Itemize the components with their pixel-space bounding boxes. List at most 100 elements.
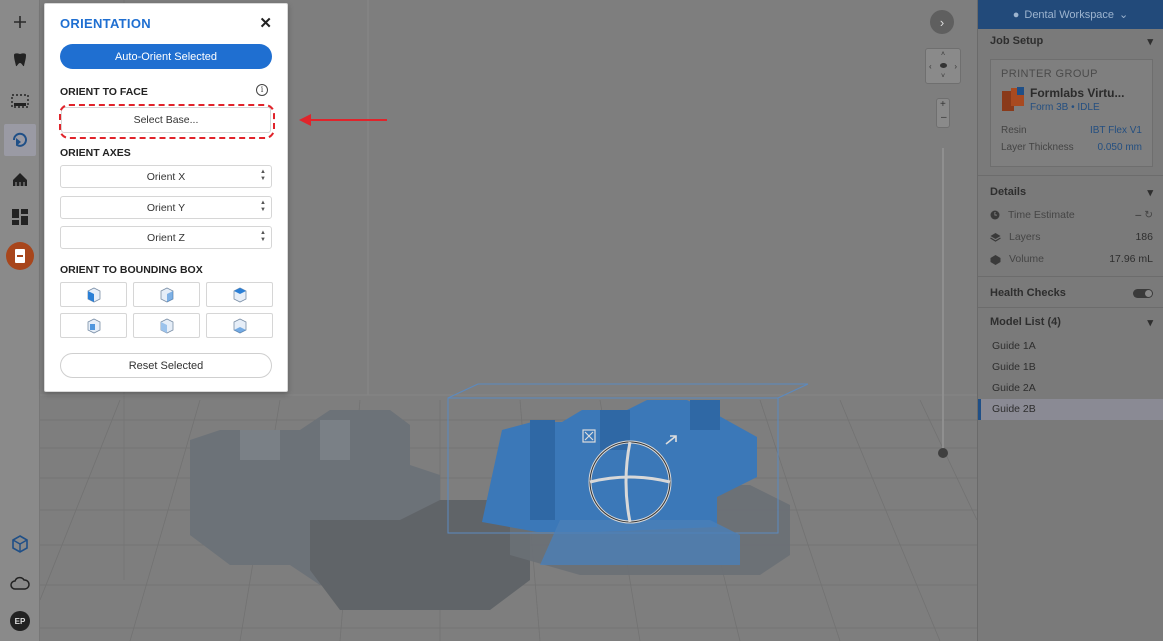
- layers-value: 186: [1135, 231, 1153, 243]
- chevron-down-icon: ▾: [1147, 35, 1153, 48]
- volume-icon: [990, 254, 1001, 265]
- list-item[interactable]: Guide 1B: [978, 357, 1163, 378]
- zoom-out-icon[interactable]: –: [941, 112, 947, 123]
- printer-name: Formlabs Virtu...: [1030, 86, 1125, 100]
- cube-back-icon: [87, 318, 100, 333]
- bbox-back-button[interactable]: [60, 313, 127, 338]
- view-eye-icon[interactable]: [940, 63, 947, 68]
- cube-bottom-icon: [233, 318, 246, 333]
- job-setup-title: Job Setup: [990, 35, 1044, 47]
- workspace-label: Dental Workspace: [1024, 8, 1115, 21]
- tooth-icon: ●: [1012, 8, 1020, 21]
- close-icon[interactable]: ✕: [259, 14, 272, 32]
- select-box-icon[interactable]: [4, 85, 36, 117]
- print-icon[interactable]: [4, 240, 36, 272]
- cloud-icon[interactable]: [4, 568, 36, 600]
- pan-right-icon[interactable]: ›: [954, 62, 957, 71]
- workspace-selector[interactable]: ● Dental Workspace ⌄: [978, 0, 1163, 29]
- list-item[interactable]: Guide 2A: [978, 378, 1163, 399]
- annotation-highlight: [59, 104, 275, 139]
- clock-icon: [990, 210, 1000, 220]
- workspace-cube-icon[interactable]: [4, 528, 36, 560]
- stepper-arrows-icon[interactable]: ▲ ▼: [260, 169, 266, 183]
- tooth-icon[interactable]: [4, 44, 36, 76]
- time-estimate-label: Time Estimate: [1008, 209, 1075, 221]
- details-header[interactable]: Details ▾: [978, 180, 1163, 204]
- orientation-tool-icon[interactable]: [4, 124, 36, 156]
- bbox-top-button[interactable]: [206, 282, 273, 307]
- cube-front-icon: [87, 287, 100, 302]
- bbox-right-button[interactable]: [133, 282, 200, 307]
- auto-orient-button[interactable]: Auto-Orient Selected: [60, 44, 272, 69]
- model-list-title: Model List (4): [990, 316, 1061, 328]
- orient-axes-title: ORIENT AXES: [60, 147, 131, 159]
- printer-status: Form 3B • IDLE: [1030, 102, 1100, 113]
- panel-title: ORIENTATION: [60, 16, 151, 31]
- layout-icon[interactable]: [4, 201, 36, 233]
- cube-right-icon: [160, 287, 173, 302]
- model-list-header[interactable]: Model List (4) ▾: [978, 310, 1163, 334]
- pan-down-icon[interactable]: ˅: [941, 73, 945, 80]
- orientation-panel: ORIENTATION ✕ Auto-Orient Selected ORIEN…: [44, 3, 288, 392]
- orient-y-label: Orient Y: [146, 201, 186, 214]
- model-list: Guide 1A Guide 1B Guide 2A Guide 2B: [978, 336, 1163, 420]
- model-guide-grey[interactable]: [190, 410, 530, 610]
- left-toolbar: EP: [0, 0, 40, 641]
- layers-label: Layers: [1009, 231, 1041, 243]
- app-window: EP › ˄ ‹ › ˅ + – ORIENTATION ✕ Auto-Orie…: [0, 0, 1163, 641]
- list-item[interactable]: Guide 1A: [978, 336, 1163, 357]
- time-estimate-value: –: [1135, 209, 1142, 221]
- stepper-arrows-icon[interactable]: ▲ ▼: [260, 230, 266, 244]
- zoom-in-icon[interactable]: +: [940, 99, 946, 110]
- divider: [978, 175, 1163, 176]
- orient-x-stepper[interactable]: Orient X ▲ ▼: [60, 165, 272, 188]
- stepper-arrows-icon[interactable]: ▲ ▼: [260, 200, 266, 214]
- reset-selected-button[interactable]: Reset Selected: [60, 353, 272, 378]
- bbox-left-button[interactable]: [133, 313, 200, 338]
- refresh-icon[interactable]: ↻: [1144, 209, 1153, 221]
- orient-z-stepper[interactable]: Orient Z ▲ ▼: [60, 226, 272, 249]
- printer-group-card[interactable]: PRINTER GROUP Formlabs Virtu... Form 3B …: [990, 59, 1153, 167]
- list-item-selected[interactable]: Guide 2B: [978, 399, 1163, 420]
- resin-value: IBT Flex V1: [1089, 125, 1142, 136]
- bbox-bottom-button[interactable]: [206, 313, 273, 338]
- divider: [978, 307, 1163, 308]
- view-navigator[interactable]: ˄ ‹ › ˅: [925, 48, 961, 84]
- user-avatar[interactable]: EP: [4, 605, 36, 637]
- job-setup-header[interactable]: Job Setup ▾: [978, 29, 1163, 53]
- divider: [978, 276, 1163, 277]
- health-checks-label: Health Checks: [990, 287, 1066, 299]
- info-icon[interactable]: i: [256, 84, 268, 96]
- chevron-down-icon: ▾: [1147, 186, 1153, 199]
- health-checks-header: Health Checks: [978, 281, 1163, 305]
- volume-label: Volume: [1009, 253, 1045, 265]
- printer-icon: [1002, 87, 1024, 111]
- pan-up-icon[interactable]: ˄: [941, 51, 945, 58]
- orient-y-stepper[interactable]: Orient Y ▲ ▼: [60, 196, 272, 219]
- orient-x-label: Orient X: [146, 170, 186, 183]
- chevron-down-icon: ⌄: [1119, 9, 1129, 21]
- details-title: Details: [990, 186, 1027, 198]
- bbox-front-button[interactable]: [60, 282, 127, 307]
- resin-label: Resin: [1001, 125, 1027, 136]
- time-estimate-row: Time Estimate – ↻: [978, 204, 1163, 226]
- zoom-control: + –: [936, 98, 950, 128]
- right-panel: ● Dental Workspace ⌄ Job Setup ▾ PRINTER…: [977, 0, 1163, 641]
- orient-z-label: Orient Z: [147, 231, 185, 244]
- pan-left-icon[interactable]: ‹: [929, 62, 932, 71]
- layer-slider-track[interactable]: [942, 148, 944, 453]
- layers-row: Layers 186: [978, 226, 1163, 248]
- chevron-down-icon: ▾: [1147, 316, 1153, 329]
- expand-right-panel-button[interactable]: ›: [930, 10, 954, 34]
- volume-row: Volume 17.96 mL: [978, 248, 1163, 270]
- supports-icon[interactable]: [4, 163, 36, 195]
- orient-to-face-title: ORIENT TO FACE: [60, 86, 148, 98]
- health-checks-toggle[interactable]: [1133, 288, 1153, 298]
- layer-thickness-value: 0.050 mm: [1097, 142, 1142, 153]
- layer-slider-thumb[interactable]: [938, 448, 948, 458]
- annotation-arrow: [299, 114, 387, 126]
- layer-thickness-label: Layer Thickness: [1001, 142, 1074, 153]
- volume-value: 17.96 mL: [1109, 253, 1153, 265]
- add-icon[interactable]: [4, 6, 36, 38]
- cube-top-icon: [233, 287, 246, 302]
